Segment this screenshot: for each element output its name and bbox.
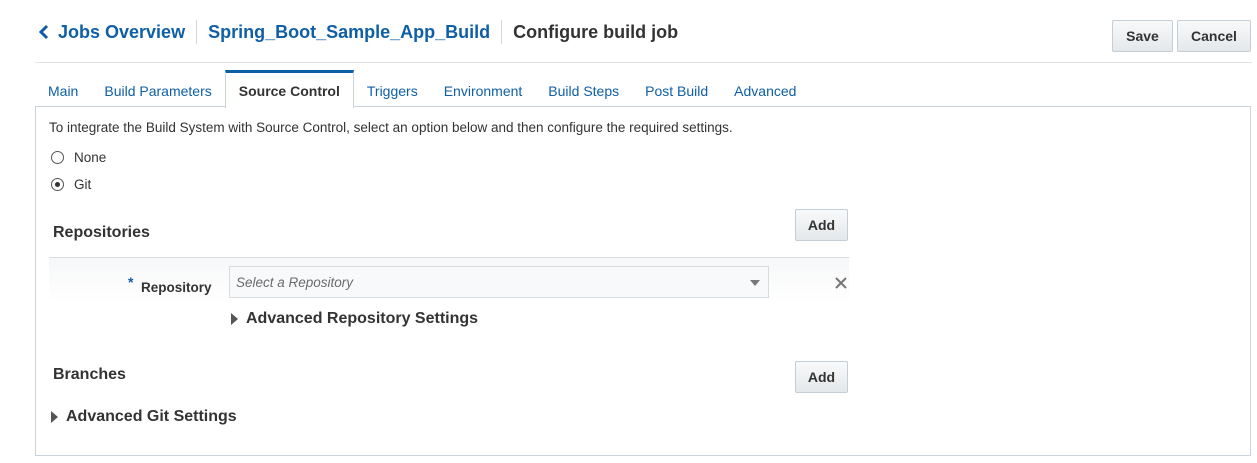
tab-triggers[interactable]: Triggers — [354, 70, 431, 107]
chevron-left-icon — [38, 24, 49, 40]
none-radio-label: None — [74, 150, 107, 165]
add-branch-button[interactable]: Add — [795, 361, 848, 393]
tab-advanced[interactable]: Advanced — [721, 70, 809, 107]
advanced-repository-settings-toggle[interactable]: Advanced Repository Settings — [231, 310, 478, 328]
repository-select-placeholder: Select a Repository — [236, 275, 354, 290]
git-radio-label: Git — [74, 177, 92, 192]
triangle-right-icon — [231, 313, 238, 325]
tab-source-control[interactable]: Source Control — [224, 70, 354, 108]
close-icon[interactable] — [834, 276, 848, 290]
tab-post-build[interactable]: Post Build — [632, 70, 721, 107]
breadcrumb: Jobs Overview Spring_Boot_Sample_App_Bui… — [38, 20, 678, 44]
none-radio[interactable] — [51, 151, 64, 164]
jobs-overview-label: Jobs Overview — [58, 21, 186, 42]
breadcrumb-separator — [501, 20, 503, 44]
tab-bar: Main Build Parameters Source Control Tri… — [35, 70, 809, 108]
advanced-git-settings-label: Advanced Git Settings — [66, 408, 237, 425]
repository-select[interactable]: Select a Repository — [229, 266, 769, 298]
option-git[interactable]: Git — [51, 177, 91, 192]
repository-label: Repository — [141, 280, 212, 295]
breadcrumb-separator — [196, 20, 198, 44]
intro-text: To integrate the Build System with Sourc… — [49, 120, 733, 135]
page-title: Configure build job — [513, 21, 679, 42]
advanced-repository-settings-label: Advanced Repository Settings — [246, 310, 479, 327]
caret-down-icon[interactable] — [750, 280, 760, 286]
job-name-link[interactable]: Spring_Boot_Sample_App_Build — [208, 22, 490, 43]
add-repository-button[interactable]: Add — [795, 209, 848, 241]
tab-environment[interactable]: Environment — [431, 70, 536, 107]
header-divider — [35, 62, 1252, 63]
source-control-panel: To integrate the Build System with Sourc… — [35, 106, 1251, 456]
tab-build-parameters[interactable]: Build Parameters — [91, 70, 224, 107]
advanced-git-settings-toggle[interactable]: Advanced Git Settings — [51, 408, 237, 426]
required-indicator: * — [128, 274, 134, 290]
triangle-right-icon — [51, 411, 58, 423]
git-radio[interactable] — [51, 178, 64, 191]
option-none[interactable]: None — [51, 150, 106, 165]
cancel-button[interactable]: Cancel — [1177, 20, 1251, 52]
tab-main[interactable]: Main — [35, 70, 91, 107]
repositories-heading: Repositories — [53, 224, 150, 241]
save-button[interactable]: Save — [1112, 20, 1173, 52]
branches-heading: Branches — [53, 366, 126, 383]
jobs-overview-link[interactable]: Jobs Overview — [38, 22, 185, 43]
tab-build-steps[interactable]: Build Steps — [535, 70, 632, 107]
